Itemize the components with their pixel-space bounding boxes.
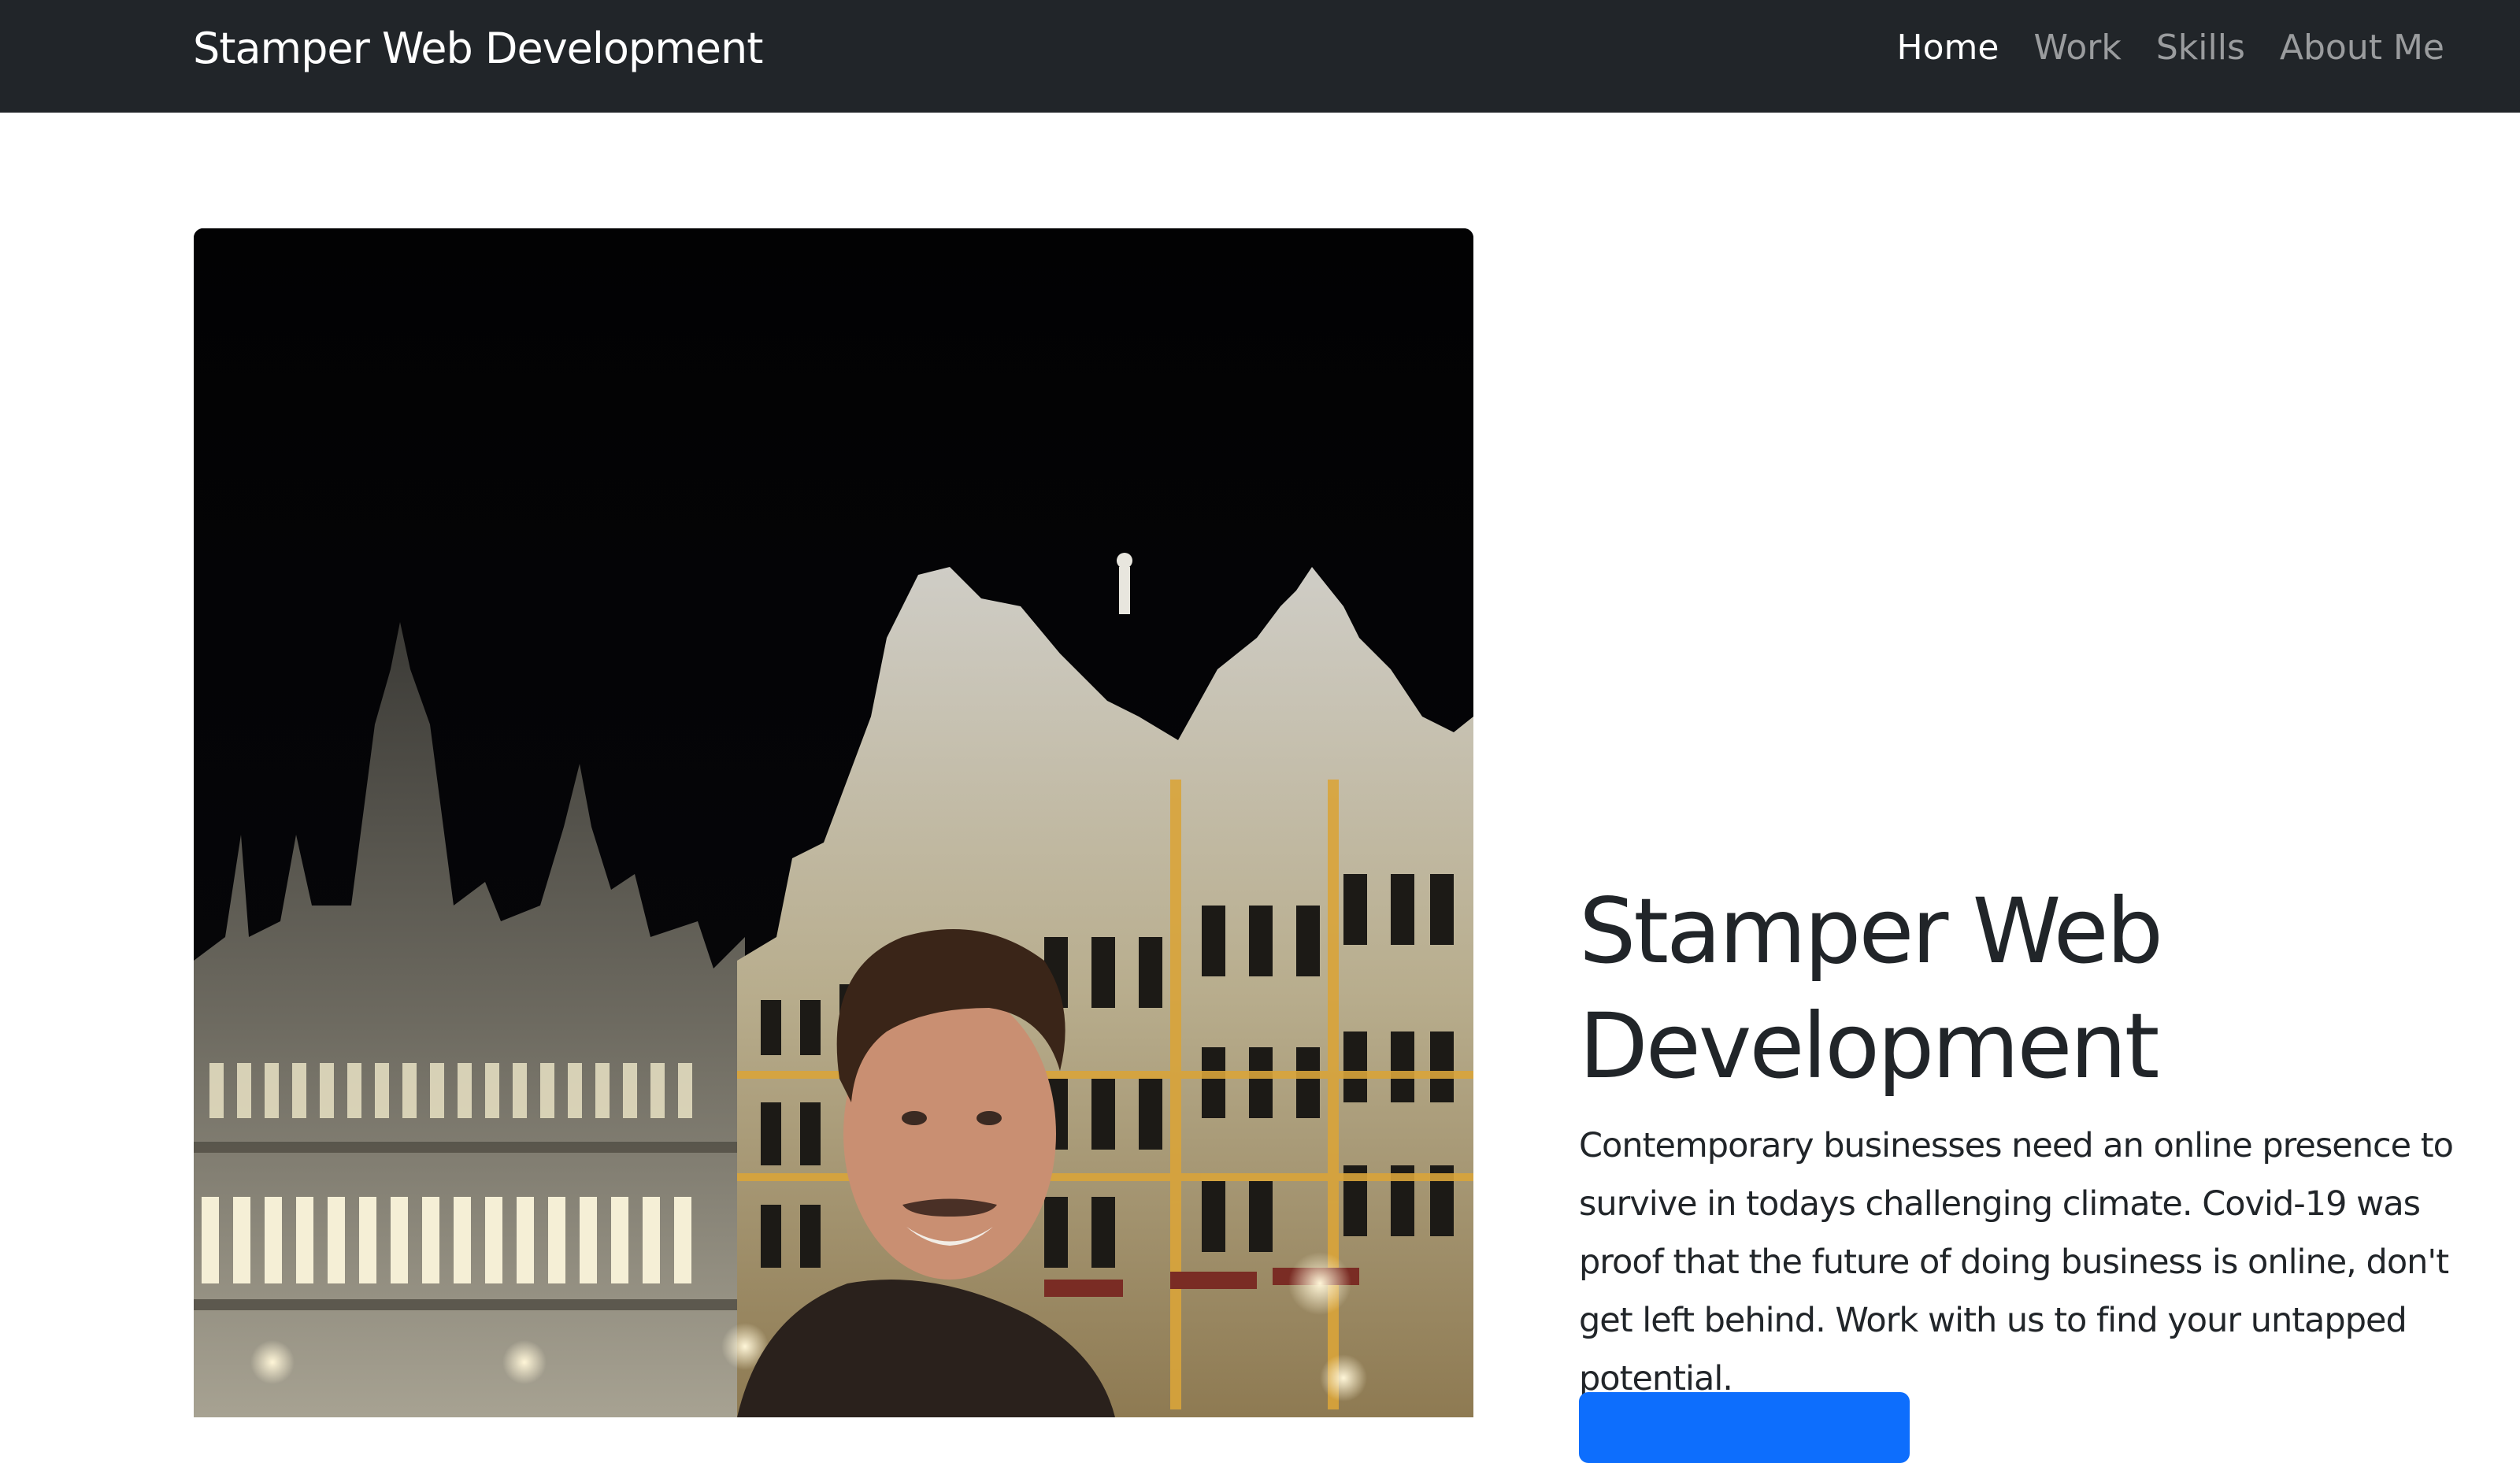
nav-link-skills[interactable]: Skills: [2156, 20, 2245, 76]
hero-photo: [194, 228, 1473, 1417]
hero-text: Stamper Web Development Contemporary bus…: [1579, 874, 2469, 1408]
hero-cta-button[interactable]: [1579, 1392, 1910, 1463]
nav-link-about-me[interactable]: About Me: [2280, 20, 2444, 76]
nav-link-home[interactable]: Home: [1897, 20, 1999, 76]
hero-lead: Contemporary businesses need an online p…: [1579, 1126, 2454, 1398]
nav-links: Home Work Skills About Me: [1897, 20, 2444, 76]
hero-title: Stamper Web Development: [1579, 879, 2163, 1098]
navbar-brand[interactable]: Stamper Web Development: [193, 19, 763, 79]
navbar: Stamper Web Development Home Work Skills…: [0, 0, 2520, 113]
nav-link-work[interactable]: Work: [2033, 20, 2121, 76]
